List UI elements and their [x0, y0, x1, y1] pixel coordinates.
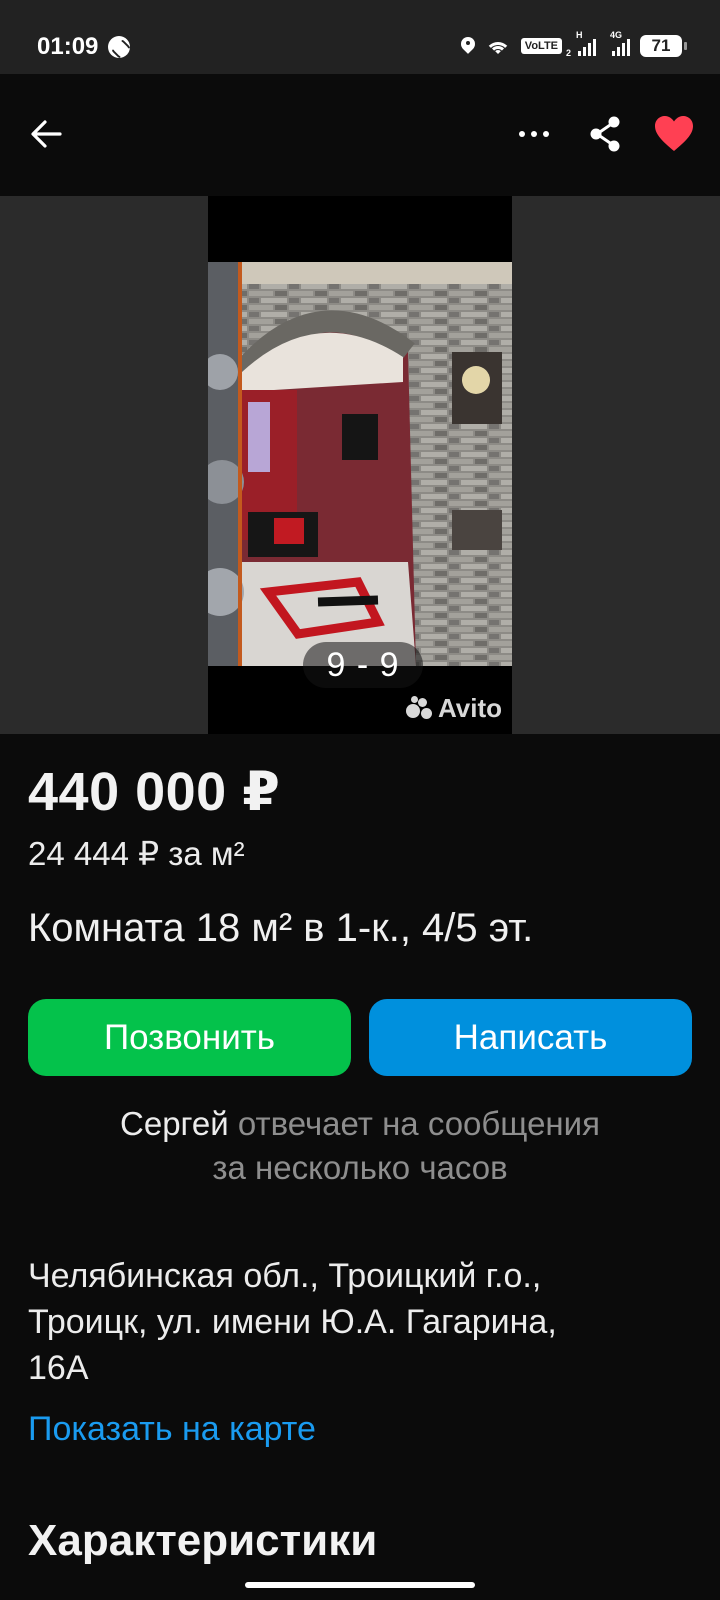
app-header	[0, 74, 720, 196]
show-on-map-link[interactable]: Показать на карте	[28, 1410, 316, 1449]
status-time: 01:09	[37, 33, 99, 60]
price-per-m2: 24 444 ₽ за м²	[28, 835, 245, 872]
watermark-text: Avito	[438, 692, 503, 723]
write-button[interactable]: Написать	[369, 999, 692, 1076]
photo-counter: 9 - 9	[303, 642, 423, 688]
seller-reply-time: за несколько часов	[212, 1149, 508, 1186]
address-line: Троицк, ул. имени Ю.А. Гагарина,	[28, 1303, 557, 1341]
home-indicator[interactable]	[245, 1582, 475, 1588]
network-h-label: H	[576, 30, 583, 40]
volte-icon: VoLTE 2	[520, 38, 571, 58]
avito-logo-icon	[406, 696, 434, 720]
heart-icon	[655, 116, 693, 151]
room-photo-image	[208, 262, 512, 666]
avito-watermark: Avito	[406, 692, 502, 724]
shazam-icon	[108, 36, 130, 58]
status-bar: 01:09 VoLTE 2 H 4G 71	[0, 0, 720, 74]
network-4g-label: 4G	[610, 30, 623, 40]
status-icons: VoLTE 2 H 4G 71	[461, 30, 687, 59]
favorite-button[interactable]	[652, 112, 696, 156]
call-button[interactable]: Позвонить	[28, 999, 351, 1076]
listing-title: Комната 18 м² в 1-к., 4/5 эт.	[28, 906, 534, 950]
share-icon	[590, 116, 620, 152]
signal-h-icon: H	[576, 30, 596, 56]
listing-address: Челябинская обл., Троицкий г.о., Троицк,…	[28, 1253, 688, 1391]
wifi-icon	[484, 36, 511, 56]
volte-label: VoLTE	[524, 40, 558, 52]
signal-4g-icon: 4G	[610, 30, 630, 56]
more-dots-icon	[519, 131, 525, 137]
listing-photo[interactable]	[208, 262, 512, 666]
seller-response-info: Сергей отвечает на сообщения за нескольк…	[0, 1102, 720, 1190]
arrow-left-icon	[31, 120, 62, 148]
seller-reply-text: отвечает на сообщения	[237, 1105, 600, 1142]
address-line: Челябинская обл., Троицкий г.о.,	[28, 1257, 542, 1295]
battery-icon: 71	[640, 35, 687, 57]
characteristics-title: Характеристики	[28, 1516, 378, 1565]
battery-level: 71	[651, 36, 671, 55]
listing-price: 440 000 ₽	[28, 762, 281, 822]
back-button[interactable]	[26, 114, 66, 154]
more-button[interactable]	[512, 114, 556, 154]
sim-slot-label: 2	[565, 48, 571, 58]
photo-gallery[interactable]: 9 - 9 Avito	[0, 196, 720, 734]
address-line: 16А	[28, 1349, 89, 1387]
seller-name[interactable]: Сергей	[120, 1105, 229, 1142]
share-button[interactable]	[584, 112, 628, 156]
location-icon	[461, 37, 475, 55]
